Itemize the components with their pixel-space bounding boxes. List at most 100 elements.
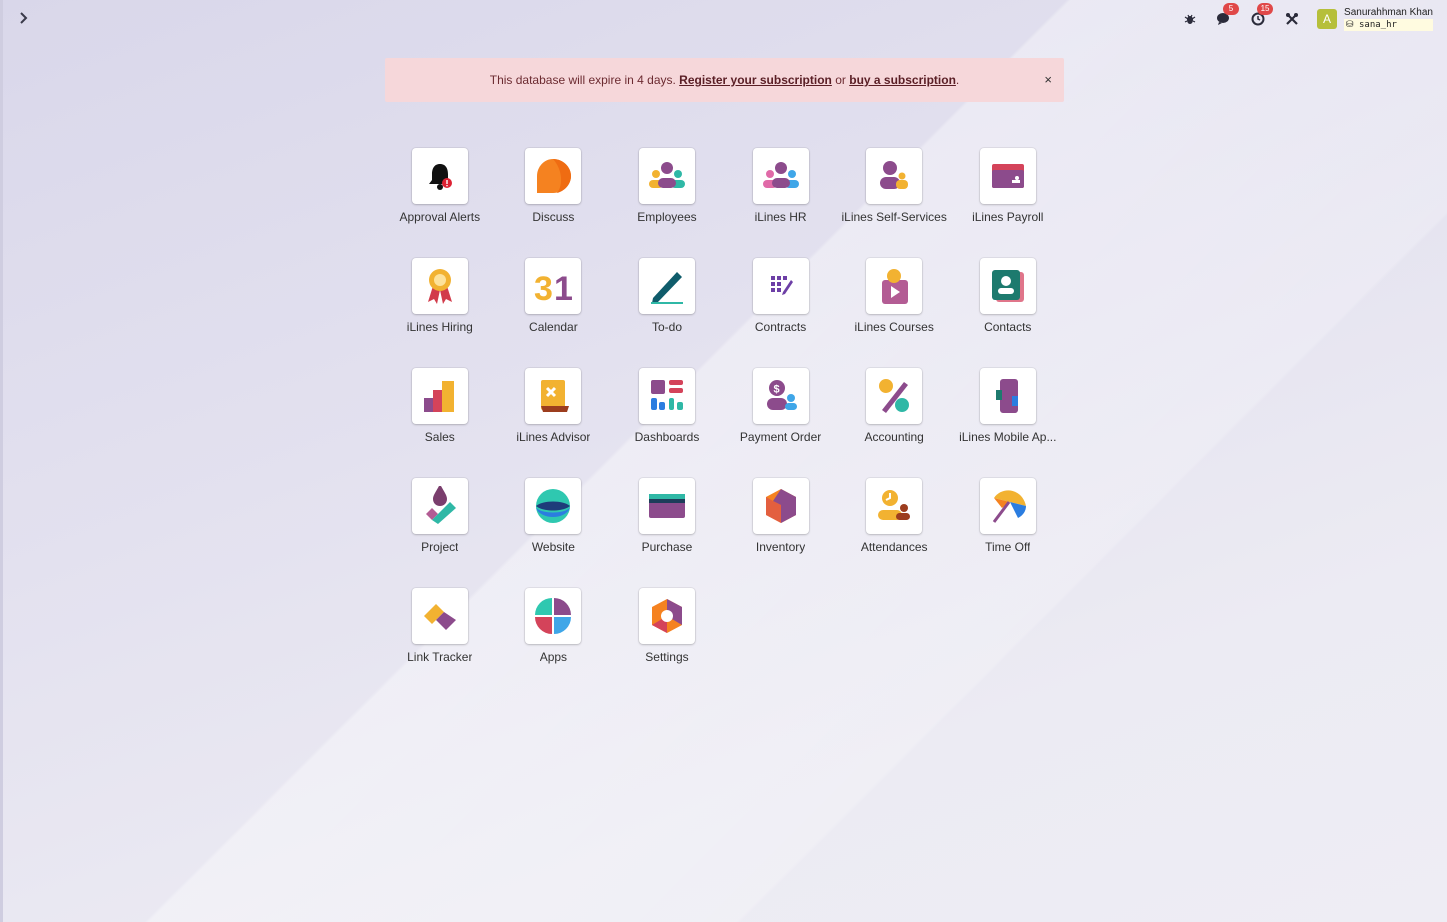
menu-toggle-chevron-icon[interactable] (14, 8, 34, 28)
app-to-do[interactable]: To-do (610, 258, 724, 338)
svg-text:$: $ (773, 384, 779, 396)
app-settings[interactable]: Settings (610, 588, 724, 668)
box-icon (765, 489, 796, 523)
app-accounting[interactable]: Accounting (837, 368, 951, 448)
person-icon (880, 161, 909, 189)
debug-bug-icon[interactable] (1179, 8, 1201, 30)
ribbon-icon (427, 269, 452, 304)
app-grid: Approval Alerts Discuss Employees iLines… (383, 148, 1065, 668)
app-label: Attendances (860, 540, 928, 554)
app-label: Accounting (864, 430, 924, 444)
card-icon (648, 494, 685, 518)
app-inventory[interactable]: Inventory (724, 478, 838, 558)
app-ilines-self-services[interactable]: iLines Self-Services (837, 148, 951, 228)
app-discuss[interactable]: Discuss (497, 148, 611, 228)
app-label: Link Tracker (407, 650, 473, 664)
avatar[interactable]: A (1317, 9, 1338, 29)
bell-icon (428, 164, 452, 190)
app-label: iLines Courses (854, 320, 934, 334)
mobile-icon (995, 379, 1018, 413)
app-label: Purchase (641, 540, 693, 554)
app-label: Inventory (755, 540, 806, 554)
app-contracts[interactable]: Contracts (724, 258, 838, 338)
user-name: Sanurahhman Khan (1344, 7, 1433, 18)
user-menu[interactable]: Sanurahhman Khan ⛁ sana_hr (1344, 7, 1433, 31)
app-link-tracker[interactable]: Link Tracker (383, 588, 497, 668)
svg-text:3: 3 (534, 270, 553, 306)
app-attendances[interactable]: Attendances (837, 478, 951, 558)
app-label: Contracts (754, 320, 807, 334)
database-icon: ⛁ (1346, 20, 1354, 30)
people-icon (648, 162, 685, 188)
messages-icon[interactable]: 5 (1213, 3, 1240, 30)
left-edge (0, 0, 3, 922)
gear-icon (651, 599, 682, 633)
chat-bubble-icon (537, 159, 572, 193)
advisor-icon (541, 380, 570, 412)
alert-text: This database will expire in 4 days. (489, 73, 676, 87)
app-website[interactable]: Website (497, 478, 611, 558)
app-employees[interactable]: Employees (610, 148, 724, 228)
app-label: iLines Payroll (972, 210, 1044, 224)
app-ilines-courses[interactable]: iLines Courses (837, 258, 951, 338)
app-label: iLines Hiring (406, 320, 473, 334)
dashboard-icon (650, 380, 683, 410)
apps-icon (535, 598, 572, 634)
app-label: Settings (645, 650, 689, 664)
app-ilines-hr[interactable]: iLines HR (724, 148, 838, 228)
app-label: Sales (424, 430, 455, 444)
globe-icon (536, 489, 571, 523)
activities-badge: 15 (1257, 3, 1274, 15)
app-purchase[interactable]: Purchase (610, 478, 724, 558)
buy-subscription-link[interactable]: buy a subscription (849, 73, 956, 87)
people-icon (762, 162, 799, 188)
app-label: Apps (539, 650, 568, 664)
register-subscription-link[interactable]: Register your subscription (679, 73, 832, 87)
app-calendar[interactable]: 31 Calendar (497, 258, 611, 338)
clock-person-icon (878, 490, 911, 520)
project-icon (425, 486, 456, 524)
app-label: Time Off (985, 540, 1031, 554)
percent-icon (879, 379, 910, 413)
systray: 5 15 A Sanurahhman Khan ⛁ sana_hr (1167, 3, 1433, 33)
svg-text:1: 1 (554, 270, 573, 306)
app-label: iLines HR (754, 210, 807, 224)
umbrella-icon (992, 490, 1026, 523)
app-label: iLines Self-Services (841, 210, 947, 224)
database-name: ⛁ sana_hr (1344, 19, 1433, 31)
app-dashboards[interactable]: Dashboards (610, 368, 724, 448)
app-time-off[interactable]: Time Off (951, 478, 1065, 558)
app-project[interactable]: Project (383, 478, 497, 558)
bar-chart-icon (423, 381, 454, 412)
calendar-icon: 31 (534, 270, 573, 306)
app-sales[interactable]: Sales (383, 368, 497, 448)
app-payment-order[interactable]: $ Payment Order (724, 368, 838, 448)
wallet-icon (991, 164, 1024, 188)
app-contacts[interactable]: Contacts (951, 258, 1065, 338)
video-icon (882, 269, 909, 304)
app-label: Calendar (529, 320, 578, 334)
messages-badge: 5 (1223, 3, 1240, 15)
pen-icon (650, 272, 683, 304)
subscription-alert: This database will expire in 4 days. Reg… (385, 58, 1064, 102)
close-icon[interactable]: × (1044, 72, 1052, 87)
app-label: Project (421, 540, 459, 554)
app-label: Website (531, 540, 575, 554)
app-label: iLines Mobile Ap... (959, 430, 1057, 444)
app-ilines-hiring[interactable]: iLines Hiring (383, 258, 497, 338)
alert-text-end: . (955, 73, 960, 87)
alert-text-or: or (835, 73, 846, 87)
app-ilines-mobile-app[interactable]: iLines Mobile Ap... (951, 368, 1065, 448)
app-label: Contacts (984, 320, 1032, 334)
app-label: Discuss (532, 210, 575, 224)
payment-icon: $ (766, 380, 797, 410)
app-label: Employees (637, 210, 697, 224)
app-label: Approval Alerts (399, 210, 481, 224)
app-ilines-payroll[interactable]: iLines Payroll (951, 148, 1065, 228)
app-apps[interactable]: Apps (497, 588, 611, 668)
contact-card-icon (991, 270, 1024, 302)
app-approval-alerts[interactable]: Approval Alerts (383, 148, 497, 228)
app-ilines-advisor[interactable]: iLines Advisor (497, 368, 611, 448)
activity-clock-icon[interactable]: 15 (1247, 3, 1274, 30)
tools-icon[interactable] (1281, 8, 1303, 30)
